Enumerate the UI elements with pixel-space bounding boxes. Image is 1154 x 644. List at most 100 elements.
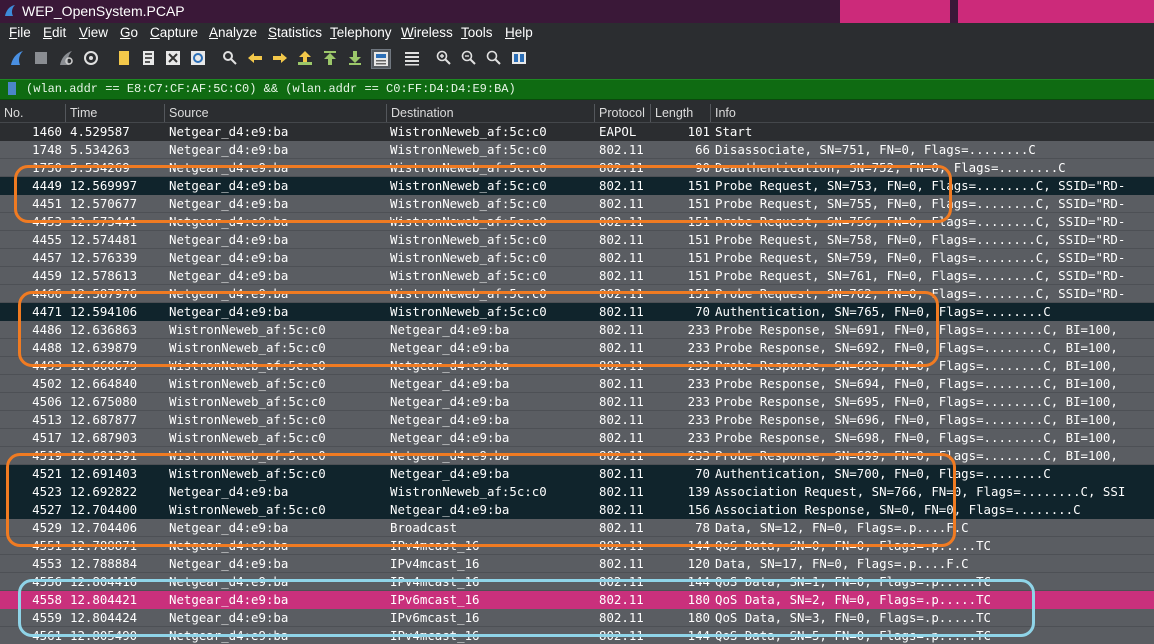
column-info[interactable]: Info [711, 104, 1154, 122]
packet-row[interactable]: 4553 12.788884 Netgear_d4:e9:ba IPv4mcast_1… [0, 555, 1154, 573]
packet-protocol: 802.11 [599, 376, 644, 391]
packet-source: Netgear_d4:e9:ba [169, 556, 289, 571]
menu-edit[interactable]: Edit [43, 25, 66, 40]
packet-row[interactable]: 4459 12.578613 Netgear_d4:e9:ba WistronNewe… [0, 267, 1154, 285]
open-file-icon[interactable] [115, 49, 133, 67]
packet-row[interactable]: 4486 12.636863 WistronNeweb_af:5c:c0 Netgea… [0, 321, 1154, 339]
packet-length: 151 [687, 178, 710, 193]
packet-info: Probe Request, SN=761, FN=0, Flags=.....… [715, 268, 1126, 283]
menu-statistics[interactable]: Statistics [268, 25, 322, 40]
go-to-packet-icon[interactable] [296, 49, 314, 67]
packet-row[interactable]: 4453 12.573441 Netgear_d4:e9:ba WistronNewe… [0, 213, 1154, 231]
menu-capture[interactable]: Capture [150, 25, 198, 40]
packet-length: 233 [687, 412, 710, 427]
packet-row[interactable]: 4521 12.691403 WistronNeweb_af:5c:c0 Netgea… [0, 465, 1154, 483]
packet-row[interactable]: 4551 12.788871 Netgear_d4:e9:ba IPv4mcast_1… [0, 537, 1154, 555]
menu-analyze[interactable]: Analyze [209, 25, 257, 40]
packet-destination: IPv4mcast_16 [390, 628, 480, 643]
packet-protocol: 802.11 [599, 592, 644, 607]
packet-protocol: 802.11 [599, 628, 644, 643]
zoom-out-icon[interactable] [460, 49, 478, 67]
packet-row[interactable]: 4527 12.704400 WistronNeweb_af:5c:c0 Netgea… [0, 501, 1154, 519]
packet-row[interactable]: 4493 12.660679 WistronNeweb_af:5c:c0 Netgea… [0, 357, 1154, 375]
go-back-icon[interactable] [246, 49, 264, 67]
packet-row-selected[interactable]: 4558 12.804421 Netgear_d4:e9:ba IPv6mcast_1… [0, 591, 1154, 609]
auto-scroll-icon[interactable] [371, 49, 391, 69]
go-forward-icon[interactable] [271, 49, 289, 67]
menu-help[interactable]: Help [505, 25, 533, 40]
packet-row[interactable]: 4466 12.587976 Netgear_d4:e9:ba WistronNewe… [0, 285, 1154, 303]
packet-destination: WistronNeweb_af:5c:c0 [390, 142, 547, 157]
reload-file-icon[interactable] [189, 49, 207, 67]
packet-info: Disassociate, SN=751, FN=0, Flags=......… [715, 142, 1036, 157]
packet-row[interactable]: 4488 12.639879 WistronNeweb_af:5c:c0 Netgea… [0, 339, 1154, 357]
packet-row[interactable]: 4502 12.664840 WistronNeweb_af:5c:c0 Netgea… [0, 375, 1154, 393]
display-filter-input[interactable]: (wlan.addr == E8:C7:CF:AF:5C:C0) && (wla… [26, 82, 516, 96]
packet-row[interactable]: 4471 12.594106 Netgear_d4:e9:ba WistronNewe… [0, 303, 1154, 321]
packet-row[interactable]: 4561 12.805490 Netgear_d4:e9:ba IPv4mcast_1… [0, 627, 1154, 644]
save-file-icon[interactable] [140, 49, 158, 67]
packet-row[interactable]: 4451 12.570677 Netgear_d4:e9:ba WistronNewe… [0, 195, 1154, 213]
packet-no: 4457 [32, 250, 62, 265]
packet-row[interactable]: 4506 12.675080 WistronNeweb_af:5c:c0 Netgea… [0, 393, 1154, 411]
packet-row[interactable]: 4455 12.574481 Netgear_d4:e9:ba WistronNewe… [0, 231, 1154, 249]
column-no[interactable]: No. [0, 104, 66, 122]
packet-info: Probe Response, SN=693, FN=0, Flags=....… [715, 358, 1118, 373]
column-time[interactable]: Time [66, 104, 165, 122]
display-filter-bar[interactable]: (wlan.addr == E8:C7:CF:AF:5C:C0) && (wla… [0, 79, 1154, 100]
menu-file[interactable]: File [9, 25, 31, 40]
zoom-in-icon[interactable] [435, 49, 453, 67]
bookmark-icon[interactable] [8, 82, 16, 95]
packet-row[interactable]: 4449 12.569997 Netgear_d4:e9:ba WistronNewe… [0, 177, 1154, 195]
close-file-icon[interactable] [164, 49, 182, 67]
packet-row[interactable]: 4517 12.687903 WistronNeweb_af:5c:c0 Netgea… [0, 429, 1154, 447]
go-first-icon[interactable] [321, 49, 339, 67]
packet-source: WistronNeweb_af:5c:c0 [169, 430, 326, 445]
packet-row[interactable]: 4556 12.804416 Netgear_d4:e9:ba IPv4mcast_1… [0, 573, 1154, 591]
menu-view[interactable]: View [79, 25, 108, 40]
restart-capture-icon[interactable] [57, 49, 75, 67]
column-protocol[interactable]: Protocol [595, 104, 651, 122]
packet-row[interactable]: 1460 4.529587 Netgear_d4:e9:ba WistronNeweb… [0, 123, 1154, 141]
packet-row[interactable]: 4519 12.691391 WistronNeweb_af:5c:c0 Netgea… [0, 447, 1154, 465]
packet-no: 4466 [32, 286, 62, 301]
packet-list[interactable]: 1460 4.529587 Netgear_d4:e9:ba WistronNeweb… [0, 123, 1154, 644]
packet-source: WistronNeweb_af:5c:c0 [169, 340, 326, 355]
packet-row[interactable]: 4529 12.704406 Netgear_d4:e9:ba Broadcast 80… [0, 519, 1154, 537]
find-packet-icon[interactable] [221, 49, 239, 67]
main-toolbar [0, 43, 1154, 77]
packet-info: Probe Request, SN=755, FN=0, Flags=.....… [715, 196, 1126, 211]
packet-row[interactable]: 1748 5.534263 Netgear_d4:e9:ba WistronNeweb… [0, 141, 1154, 159]
packet-row[interactable]: 1750 5.534269 Netgear_d4:e9:ba WistronNeweb… [0, 159, 1154, 177]
column-length[interactable]: Length [651, 104, 711, 122]
menu-telephony[interactable]: Telephony [330, 25, 392, 40]
packet-protocol: 802.11 [599, 520, 644, 535]
menu-wireless[interactable]: Wireless [401, 25, 453, 40]
packet-info: Probe Request, SN=756, FN=0, Flags=.....… [715, 214, 1126, 229]
stop-capture-icon[interactable] [32, 49, 50, 67]
packet-row[interactable]: 4513 12.687877 WistronNeweb_af:5c:c0 Netgea… [0, 411, 1154, 429]
capture-options-icon[interactable] [82, 49, 100, 67]
packet-length: 233 [687, 430, 710, 445]
packet-row[interactable]: 4457 12.576339 Netgear_d4:e9:ba WistronNewe… [0, 249, 1154, 267]
packet-time: 12.692822 [70, 484, 138, 499]
packet-destination: Netgear_d4:e9:ba [390, 322, 510, 337]
menu-go[interactable]: Go [120, 25, 138, 40]
packet-no: 4553 [32, 556, 62, 571]
packet-row[interactable]: 4559 12.804424 Netgear_d4:e9:ba IPv6mcast_1… [0, 609, 1154, 627]
resize-columns-icon[interactable] [510, 49, 528, 67]
packet-length: 144 [687, 628, 710, 643]
packet-protocol: 802.11 [599, 574, 644, 589]
zoom-normal-icon[interactable] [485, 49, 503, 67]
colorize-icon[interactable] [403, 49, 421, 67]
packet-info: QoS Data, SN=1, FN=0, Flags=.p.....TC [715, 574, 992, 589]
column-destination[interactable]: Destination [387, 104, 595, 122]
column-source[interactable]: Source [165, 104, 387, 122]
menu-tools[interactable]: Tools [461, 25, 493, 40]
packet-protocol: 802.11 [599, 232, 644, 247]
start-capture-icon[interactable] [8, 49, 26, 67]
packet-protocol: 802.11 [599, 412, 644, 427]
go-last-icon[interactable] [346, 49, 364, 67]
packet-row[interactable]: 4523 12.692822 Netgear_d4:e9:ba WistronNewe… [0, 483, 1154, 501]
packet-time: 12.691391 [70, 448, 138, 463]
